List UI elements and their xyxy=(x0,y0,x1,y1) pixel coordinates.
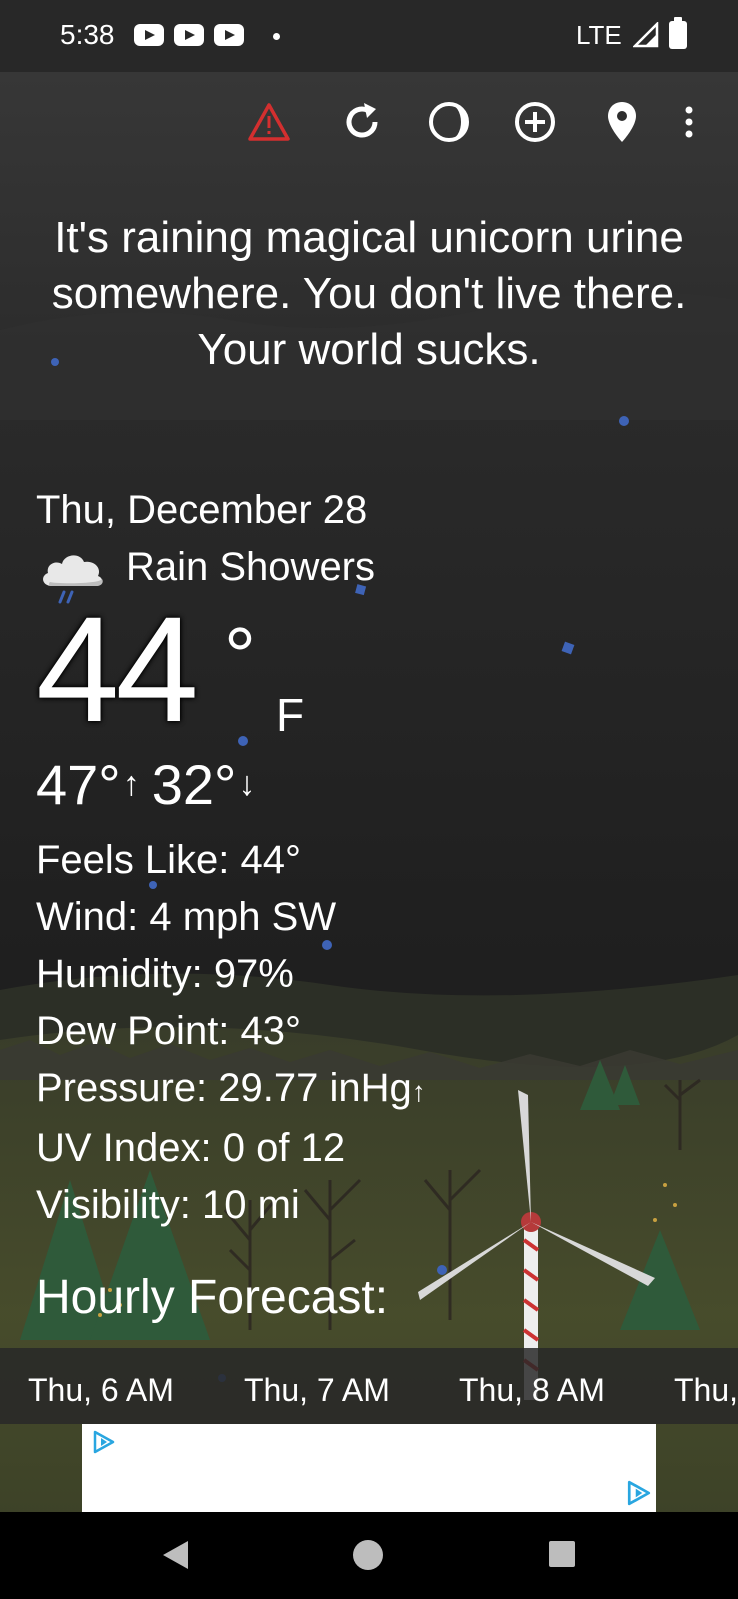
moon-phase-button[interactable] xyxy=(425,98,473,146)
status-app-icons xyxy=(134,24,244,46)
youtube-icon xyxy=(174,24,204,46)
ad-choices-icon[interactable] xyxy=(626,1480,652,1506)
low-temp: 32° xyxy=(151,753,237,816)
alert-icon xyxy=(248,103,290,141)
system-nav-bar xyxy=(0,1512,738,1599)
youtube-icon xyxy=(134,24,164,46)
dew-point: Dew Point: 43° xyxy=(36,1009,302,1053)
network-type: LTE xyxy=(576,20,622,50)
wind: Wind: 4 mph SW xyxy=(36,895,337,939)
hourly-item[interactable]: Thu, 7 AM xyxy=(244,1372,390,1409)
status-time: 5:38 xyxy=(60,19,115,50)
high-temp: 47° xyxy=(36,753,121,816)
weather-details: Feels Like: 44° Wind: 4 mph SW Humidity:… xyxy=(36,832,426,1234)
hourly-forecast-title: Hourly Forecast: xyxy=(36,1271,389,1324)
app-toolbar xyxy=(0,72,738,176)
feels-like: Feels Like: 44° xyxy=(36,838,302,882)
hourly-item[interactable]: Thu, xyxy=(674,1372,738,1409)
pressure: Pressure: 29.77 inHg xyxy=(36,1066,412,1110)
visibility: Visibility: 10 mi xyxy=(36,1183,300,1227)
location-button[interactable] xyxy=(598,98,646,146)
youtube-icon xyxy=(214,24,244,46)
ad-banner[interactable] xyxy=(82,1424,656,1512)
refresh-button[interactable] xyxy=(338,98,386,146)
status-bar: 5:38 LTE xyxy=(0,0,738,72)
condition-text: Rain Showers xyxy=(126,545,376,589)
more-options-button[interactable] xyxy=(674,98,704,146)
signal-icon xyxy=(633,22,659,48)
battery-icon xyxy=(669,17,687,49)
current-temperature: 44 xyxy=(36,585,199,753)
pressure-trend-icon: ↑ xyxy=(411,1076,426,1107)
forecast-date: Thu, December 28 xyxy=(36,488,368,532)
notification-dot-icon xyxy=(273,33,280,40)
location-pin-icon xyxy=(608,102,636,142)
recents-icon[interactable] xyxy=(548,1540,576,1568)
hourly-forecast-strip[interactable]: Thu, 6 AM Thu, 7 AM Thu, 8 AM Thu, xyxy=(0,1348,738,1424)
pressure-row: Pressure: 29.77 inHg↑ xyxy=(36,1060,426,1120)
low-arrow-icon: ↓ xyxy=(238,765,256,803)
temperature-unit: F xyxy=(276,689,305,741)
home-icon[interactable] xyxy=(352,1539,384,1571)
high-low-temps: 47° ↑ 32° ↓ xyxy=(36,752,261,817)
more-vert-icon xyxy=(685,106,693,138)
refresh-icon xyxy=(346,103,378,138)
alert-button[interactable] xyxy=(245,98,293,146)
ad-choices-icon[interactable] xyxy=(92,1430,116,1454)
back-icon[interactable] xyxy=(160,1539,190,1571)
hourly-item[interactable]: Thu, 6 AM xyxy=(28,1372,174,1409)
add-location-button[interactable] xyxy=(511,98,559,146)
add-location-icon xyxy=(515,102,555,142)
uv-index: UV Index: 0 of 12 xyxy=(36,1126,346,1170)
moon-phase-icon xyxy=(429,102,469,142)
humidity: Humidity: 97% xyxy=(36,952,294,996)
snarky-message: It's raining magical unicorn urine somew… xyxy=(51,213,687,374)
temperature-degree: ° xyxy=(224,611,256,700)
hourly-item[interactable]: Thu, 8 AM xyxy=(459,1372,605,1409)
high-arrow-icon: ↑ xyxy=(122,765,140,803)
